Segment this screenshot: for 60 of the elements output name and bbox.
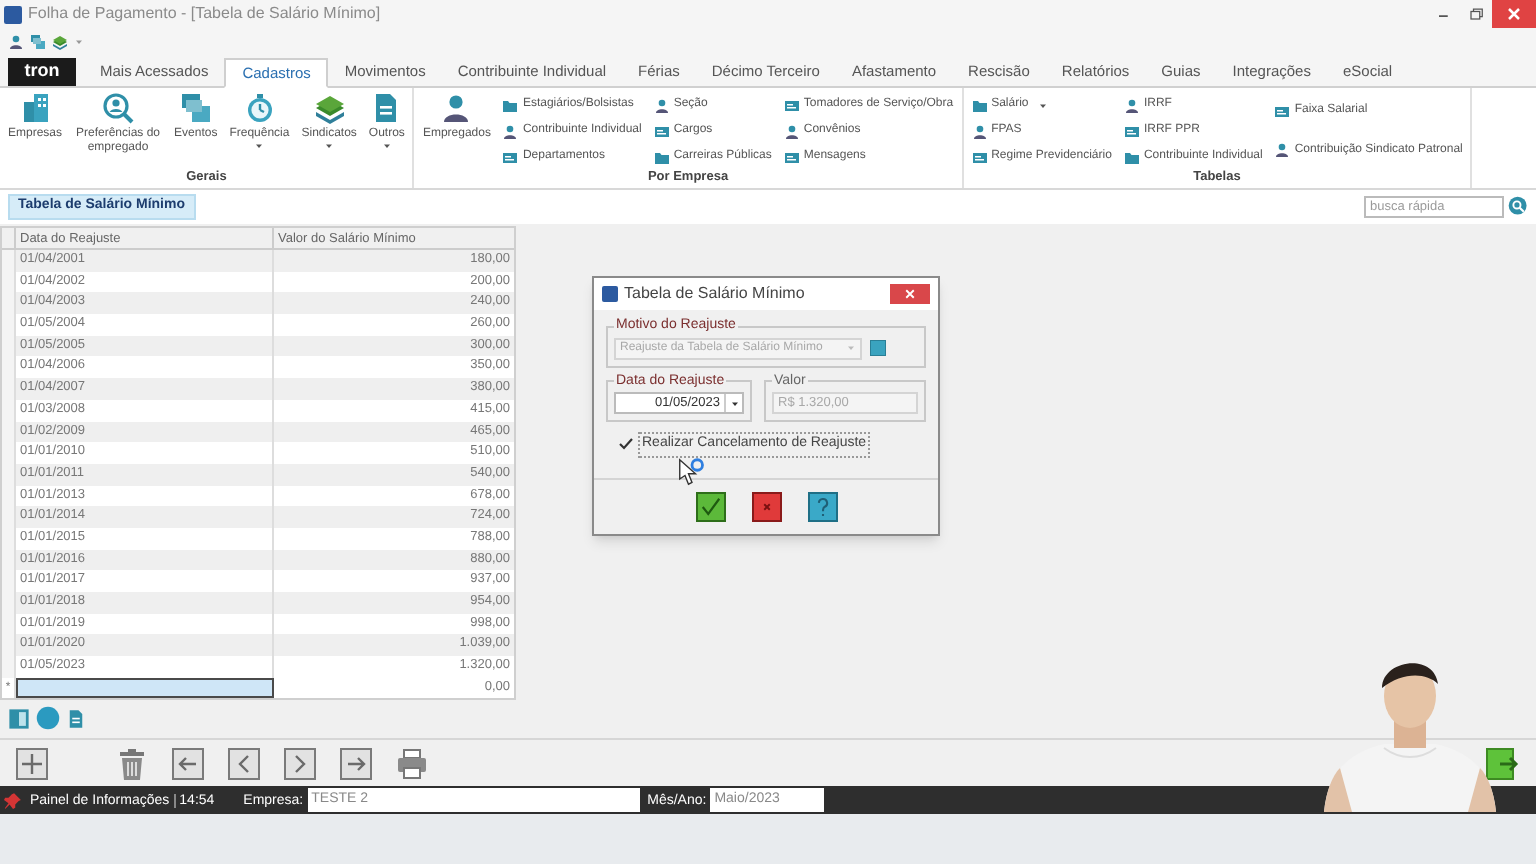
help-button[interactable] — [807, 492, 837, 522]
card-icon — [1274, 103, 1291, 120]
printer-icon[interactable] — [396, 747, 428, 779]
card-icon — [653, 123, 670, 139]
person-icon — [440, 92, 473, 124]
current-cell[interactable] — [16, 677, 274, 698]
cards-icon[interactable] — [30, 34, 46, 50]
restore-icon[interactable] — [1466, 4, 1486, 24]
card-icon — [502, 149, 519, 165]
person-icon — [653, 97, 670, 113]
square-icon[interactable] — [870, 340, 886, 356]
caret-icon — [729, 399, 739, 407]
app-icon — [602, 286, 618, 302]
person-magnifier-icon — [102, 92, 135, 124]
window-title: Folha de Pagamento - [Tabela de Salário Mínimo] — [28, 6, 381, 22]
caret-icon — [1038, 101, 1049, 109]
card-icon — [783, 149, 800, 165]
add-icon[interactable] — [16, 747, 48, 779]
person-icon — [971, 123, 988, 139]
search-icon[interactable] — [1508, 196, 1530, 218]
document-icon[interactable] — [66, 707, 86, 729]
check-icon — [699, 496, 721, 518]
spreadsheet-icon[interactable] — [8, 707, 30, 729]
stack-icon — [313, 92, 346, 124]
close-button[interactable] — [1492, 0, 1536, 28]
circle-icon[interactable] — [36, 706, 60, 730]
folder-icon — [971, 97, 988, 113]
card-icon — [1123, 123, 1140, 139]
card-icon — [971, 149, 988, 165]
cancel-button[interactable] — [751, 492, 781, 522]
folder-icon — [502, 97, 519, 113]
person-icon[interactable] — [8, 34, 24, 50]
trash-icon[interactable] — [116, 747, 148, 779]
app-logo: tron — [8, 58, 76, 86]
confirm-button[interactable] — [695, 492, 725, 522]
app-icon — [4, 5, 22, 23]
close-button[interactable] — [890, 284, 930, 304]
folder-icon — [1123, 149, 1140, 165]
person-icon — [502, 123, 519, 139]
dialog-title: Tabela de Salário Mínimo — [624, 282, 805, 306]
caret-icon — [381, 141, 392, 150]
checkbox[interactable] — [618, 436, 634, 453]
person-icon — [783, 123, 800, 139]
stack-icon[interactable] — [52, 34, 68, 50]
caret-icon — [254, 141, 265, 150]
card-icon — [783, 97, 800, 113]
cursor-icon — [678, 458, 706, 486]
previous-icon[interactable] — [228, 747, 260, 779]
close-icon — [1506, 6, 1522, 22]
person-icon — [1123, 97, 1140, 113]
exit-icon[interactable] — [1484, 747, 1520, 779]
cards-icon — [179, 92, 212, 124]
person-icon — [1274, 142, 1291, 159]
caret-icon — [74, 38, 84, 46]
stopwatch-icon — [243, 92, 276, 124]
close-icon — [904, 288, 916, 300]
caret-icon — [324, 141, 335, 150]
folder-icon — [653, 149, 670, 165]
next-icon[interactable] — [284, 747, 316, 779]
pin-icon[interactable] — [4, 791, 22, 809]
